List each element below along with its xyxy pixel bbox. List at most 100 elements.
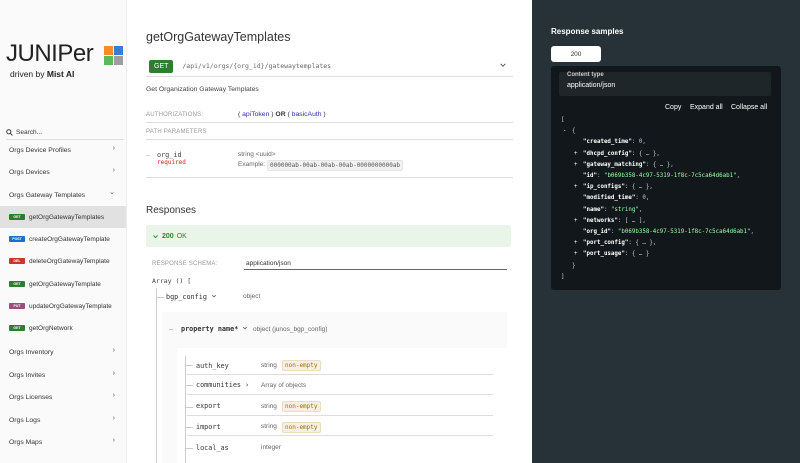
field-communities[interactable]: communities › <box>196 381 249 389</box>
json-colon: : <box>610 229 618 235</box>
sidebar-item-orgs-maps[interactable]: Orgs Maps › <box>0 431 126 453</box>
field-type: string <box>261 362 277 369</box>
field-type: object <box>243 293 261 300</box>
field-divider <box>187 435 493 436</box>
field-divider <box>187 415 493 416</box>
json-line[interactable]: + "ip_configs": { … }, <box>574 184 653 191</box>
collapse-toggle-icon[interactable]: - <box>563 128 570 134</box>
sidebar-subitem-create-org-gateway-template[interactable]: POST createOrgGatewayTemplate <box>0 228 126 250</box>
logo-wordmark: JUNIPer <box>6 40 94 67</box>
collapse-all-button[interactable]: Collapse all <box>731 104 767 111</box>
path-parameters-label: PATH PARAMETERS <box>146 129 207 135</box>
json-comma: , <box>736 173 741 179</box>
response-text: OK <box>176 232 187 240</box>
tree-branch <box>185 448 193 449</box>
auth-paren-close: ) <box>321 111 326 118</box>
logo-square-green <box>104 56 113 65</box>
authorizations-label: AUTHORIZATIONS: <box>146 112 204 118</box>
auth-link-api-token[interactable]: apiToken <box>242 111 269 118</box>
auth-link-basic-auth[interactable]: basicAuth <box>292 111 322 118</box>
json-line: "org_id": "b069b358-4c97-5319-1f8c-7c5ca… <box>583 229 754 235</box>
sidebar-subitem-get-org-network[interactable]: GET getOrgNetwork <box>0 317 126 339</box>
field-name: communities <box>196 381 242 389</box>
json-key: "port_usage" <box>583 251 625 258</box>
sidebar-item-orgs-invites[interactable]: Orgs Invites › <box>0 364 126 386</box>
sidebar-item-orgs-inventory[interactable]: Orgs Inventory › <box>0 341 126 363</box>
sidebar-subitem-label: getOrgNetwork <box>29 324 73 332</box>
expand-toggle-icon[interactable]: + <box>574 218 581 224</box>
response-200-toggle[interactable]: 200 OK <box>146 225 511 247</box>
json-key: "ip_configs" <box>583 184 625 191</box>
method-badge: GET <box>9 281 25 287</box>
expand-toggle-icon[interactable]: + <box>574 151 581 157</box>
json-colon: : <box>624 251 632 258</box>
copy-button[interactable]: Copy <box>665 104 681 111</box>
expand-all-button[interactable]: Expand all <box>690 104 723 111</box>
field-name: property name* <box>181 325 239 333</box>
json-line[interactable]: + "dhcpd_config": { … }, <box>574 151 660 157</box>
param-required: required <box>157 159 186 166</box>
json-line[interactable]: + "port_usage": { … } <box>574 251 649 258</box>
responses-heading: Responses <box>146 205 197 216</box>
response-samples-panel: Response samples 200 Content type applic… <box>532 0 800 463</box>
json-line: } <box>572 263 576 269</box>
field-bgp-config[interactable]: bgp_config <box>166 293 217 301</box>
expand-toggle-icon[interactable]: + <box>574 162 581 168</box>
json-key: "networks" <box>583 217 618 224</box>
json-comma: , <box>750 229 755 235</box>
sidebar-item-label: Orgs Invites <box>9 371 46 379</box>
http-method-badge: GET <box>149 59 174 73</box>
sidebar-item-label: Orgs Device Profiles <box>9 146 71 154</box>
sidebar-search[interactable]: Search... <box>6 127 124 137</box>
json-bracket: ] <box>561 273 565 280</box>
search-input[interactable]: Search... <box>16 129 42 136</box>
field-import: import <box>196 423 221 431</box>
sidebar-item-orgs-devices[interactable]: Orgs Devices › <box>0 161 126 183</box>
chevron-down-icon <box>211 294 217 298</box>
json-key: "name" <box>583 206 604 213</box>
logo-tagline-prefix: driven by <box>10 69 47 79</box>
json-colon: : <box>624 184 632 191</box>
json-value: "string" <box>610 206 639 213</box>
expand-toggle-icon[interactable]: + <box>574 240 581 246</box>
chevron-right-icon: › <box>112 392 115 399</box>
expand-toggle-icon[interactable]: + <box>574 184 581 190</box>
sidebar-subitem-get-org-gateway-templates[interactable]: GET getOrgGatewayTemplates <box>0 206 126 228</box>
json-comma: , <box>670 161 674 168</box>
sidebar-item-orgs-device-profiles[interactable]: Orgs Device Profiles › <box>0 139 126 161</box>
json-colon: : <box>603 206 611 213</box>
logo-tagline-brand: Mist AI <box>46 69 75 79</box>
endpoint-divider <box>146 76 513 77</box>
tree-branch <box>185 427 193 428</box>
json-colon: : <box>596 173 604 179</box>
response-schema-type: application/json <box>246 260 291 267</box>
json-line[interactable]: + "networks": [ … ], <box>574 217 646 224</box>
json-line[interactable]: - { <box>563 128 576 134</box>
sidebar-subitem-delete-org-gateway-template[interactable]: DEL deleteOrgGatewayTemplate <box>0 250 126 272</box>
method-badge: PUT <box>9 303 25 309</box>
sidebar-subitem-get-org-gateway-template[interactable]: GET getOrgGatewayTemplate <box>0 273 126 295</box>
json-line: [ <box>561 117 565 123</box>
chevron-right-icon: › <box>112 370 115 377</box>
json-value: [ … ] <box>624 217 643 224</box>
json-key: "org_id" <box>583 229 611 235</box>
tab-response-200[interactable]: 200 <box>551 46 601 62</box>
chevron-right-icon: › <box>112 415 115 422</box>
json-comma: , <box>642 217 646 224</box>
endpoint-bar[interactable]: GET /api/v1/orgs/{org_id}/gatewaytemplat… <box>146 58 513 74</box>
json-line[interactable]: + "gateway_matching": { … }, <box>574 161 674 168</box>
logo-tagline: driven by Mist AI <box>10 69 74 79</box>
json-comma: , <box>638 206 643 213</box>
chevron-down-icon[interactable] <box>499 61 507 69</box>
json-comma: , <box>645 195 650 202</box>
sidebar-subitem-label: getOrgGatewayTemplates <box>29 213 105 221</box>
sidebar-item-orgs-logs[interactable]: Orgs Logs › <box>0 409 126 431</box>
sidebar-item-orgs-gateway-templates[interactable]: Orgs Gateway Templates ⌄ <box>0 184 126 206</box>
sidebar-item-label: Orgs Inventory <box>9 348 54 356</box>
expand-toggle-icon[interactable]: + <box>574 251 581 257</box>
sidebar-item-orgs-licenses[interactable]: Orgs Licenses › <box>0 386 126 408</box>
sidebar-subitem-update-org-gateway-template[interactable]: PUT updateOrgGatewayTemplate <box>0 295 126 317</box>
json-line[interactable]: + "port_config": { … }, <box>574 240 656 246</box>
field-property-name[interactable]: property name* <box>181 325 248 333</box>
json-key: "id" <box>583 173 597 179</box>
